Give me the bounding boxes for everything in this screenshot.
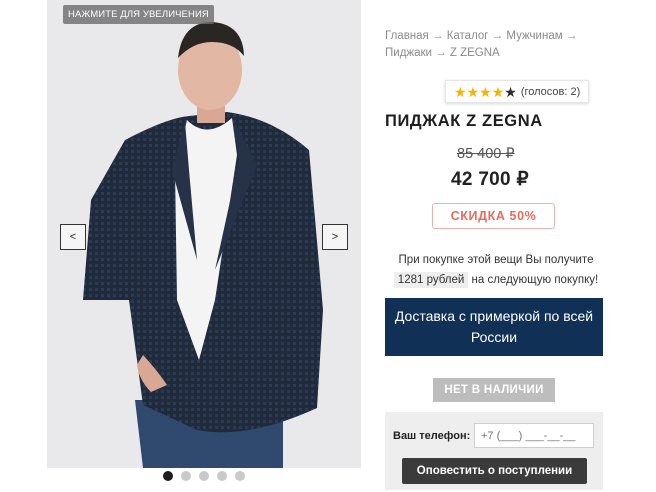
notify-form: Ваш телефон: Оповестить о поступлении (385, 412, 603, 490)
star-icon[interactable]: ★ (467, 85, 480, 99)
breadcrumb-brand[interactable]: Z ZEGNA (450, 47, 500, 59)
gallery-dot[interactable] (199, 471, 209, 481)
bonus-text-end: на следующую покупку! (471, 274, 599, 286)
gallery-dot[interactable] (163, 471, 173, 481)
discount-badge: СКИДКА 50% (432, 203, 555, 229)
star-icon[interactable]: ★ (504, 85, 517, 99)
product-gallery[interactable]: НАЖМИТЕ ДЛЯ УВЕЛИЧЕНИЯ < > (47, 0, 361, 468)
gallery-dot[interactable] (217, 471, 227, 481)
breadcrumb-separator: → (491, 30, 504, 42)
bonus-amount: 1281 рублей (393, 272, 469, 288)
breadcrumb-men[interactable]: Мужчинам (506, 30, 562, 42)
zoom-hint[interactable]: НАЖМИТЕ ДЛЯ УВЕЛИЧЕНИЯ (63, 5, 214, 24)
breadcrumb-separator: → (565, 30, 578, 42)
gallery-next-button[interactable]: > (322, 224, 348, 250)
phone-input[interactable] (474, 423, 594, 448)
gallery-prev-button[interactable]: < (60, 224, 86, 250)
breadcrumb-separator: → (431, 30, 444, 42)
product-rating[interactable]: ★ ★ ★ ★ ★ (голосов: 2) (445, 80, 590, 103)
breadcrumb: Главная → Каталог → Мужчинам → Пиджаки →… (385, 28, 615, 62)
rating-votes: (голосов: 2) (520, 85, 581, 98)
product-photo[interactable] (47, 0, 361, 468)
out-of-stock-badge: НЕТ В НАЛИЧИИ (433, 378, 555, 402)
breadcrumb-home[interactable]: Главная (385, 30, 429, 42)
gallery-dot[interactable] (235, 471, 245, 481)
delivery-banner[interactable]: Доставка с примеркой по всей России (385, 298, 603, 356)
chevron-left-icon: < (69, 231, 77, 243)
current-price: 42 700 ₽ (451, 169, 529, 190)
gallery-dot[interactable] (181, 471, 191, 481)
gallery-pagination (163, 471, 245, 481)
notify-button[interactable]: Оповестить о поступлении (402, 458, 587, 484)
breadcrumb-separator: → (435, 47, 447, 59)
star-icon[interactable]: ★ (454, 85, 467, 99)
star-icon[interactable]: ★ (492, 85, 505, 99)
breadcrumb-jackets[interactable]: Пиджаки (385, 47, 432, 59)
delivery-label: Доставка с примеркой по всей России (394, 308, 594, 345)
chevron-right-icon: > (331, 231, 339, 243)
bonus-info: При покупке этой вещи Вы получите 1281 р… (385, 250, 607, 290)
phone-label: Ваш телефон: (393, 430, 471, 442)
bonus-text: При покупке этой вещи Вы получите (398, 254, 594, 266)
star-icon[interactable]: ★ (479, 85, 492, 99)
product-title: ПИДЖАК Z ZEGNA (385, 112, 543, 130)
old-price: 85 400 ₽ (457, 146, 515, 162)
breadcrumb-catalog[interactable]: Каталог (447, 30, 489, 42)
